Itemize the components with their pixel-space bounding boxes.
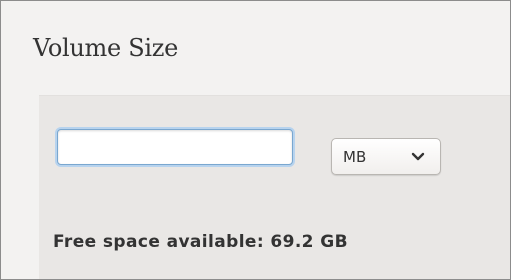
volume-size-panel: MB Free space available: 69.2 GB bbox=[39, 95, 510, 279]
section-title: Volume Size bbox=[33, 34, 178, 62]
free-space-label: Free space available: 69.2 GB bbox=[53, 232, 348, 252]
unit-select[interactable]: MB bbox=[331, 138, 441, 175]
volume-size-section: Volume Size MB Free space available: 69.… bbox=[0, 0, 511, 280]
volume-size-input[interactable] bbox=[57, 129, 293, 165]
chevron-down-icon bbox=[410, 151, 426, 163]
unit-select-value: MB bbox=[343, 147, 367, 166]
